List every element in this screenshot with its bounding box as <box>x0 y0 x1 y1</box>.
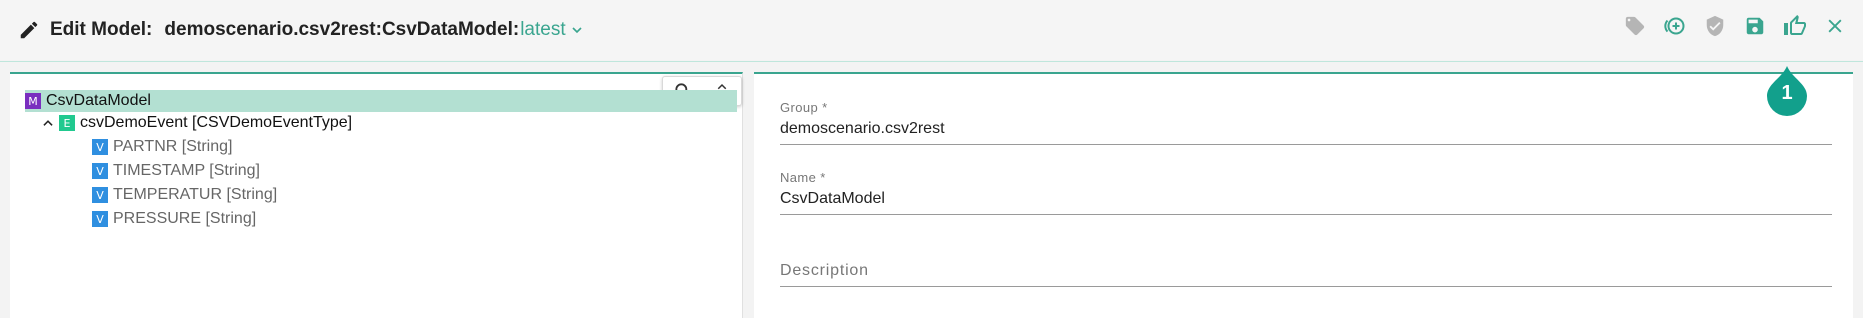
header-title-group: Edit Model: demoscenario.csv2rest:CsvDat… <box>0 19 585 41</box>
tree-node-attribute[interactable]: V PRESSURE [String] <box>92 208 256 230</box>
step-marker-badge: 1 <box>1766 64 1808 116</box>
attribute-type-badge: V <box>92 139 108 155</box>
pencil-icon <box>18 19 40 41</box>
verified-icon[interactable] <box>1703 14 1727 38</box>
attribute-type-badge: V <box>92 211 108 227</box>
description-field[interactable]: Description <box>780 262 1832 287</box>
step-marker-number: 1 <box>1781 82 1793 104</box>
tree-node-label: CsvDataModel <box>46 92 151 109</box>
chevron-up-icon[interactable] <box>41 116 55 130</box>
tree-node-label: TEMPERATUR [String] <box>113 186 278 203</box>
tag-icon[interactable] <box>1623 14 1647 38</box>
page-header: Edit Model: demoscenario.csv2rest:CsvDat… <box>0 0 1863 60</box>
description-input[interactable]: Description <box>780 262 1832 287</box>
tree-node-label: PRESSURE [String] <box>113 210 257 227</box>
event-type-badge: E <box>59 115 75 131</box>
tree-node-label: TIMESTAMP [String] <box>113 162 260 179</box>
close-icon[interactable] <box>1823 14 1847 38</box>
chevron-down-icon[interactable] <box>569 22 585 38</box>
name-field-label: Name * <box>780 170 826 185</box>
thumbs-up-icon[interactable] <box>1783 14 1807 38</box>
name-field[interactable]: Name * CsvDataModel <box>780 170 1832 215</box>
name-input[interactable]: CsvDataModel <box>780 190 1832 215</box>
tree-node-attribute[interactable]: V TEMPERATUR [String] <box>92 184 277 206</box>
header-divider <box>0 61 1863 62</box>
model-path: demoscenario.csv2rest:CsvDataModel: <box>164 19 520 40</box>
group-field[interactable]: Group * demoscenario.csv2rest <box>780 100 1832 145</box>
tree-node-attribute[interactable]: V TIMESTAMP [String] <box>92 160 260 182</box>
tree-node-attribute[interactable]: V PARTNR [String] <box>92 136 232 158</box>
attribute-type-badge: V <box>92 187 108 203</box>
model-tree-panel: M CsvDataModel E csvDemoEvent [CSVDemoEv… <box>10 72 743 318</box>
tree-node-label: PARTNR [String] <box>113 138 233 155</box>
group-input[interactable]: demoscenario.csv2rest <box>780 120 1832 145</box>
page-title-label: Edit Model: <box>50 19 153 40</box>
version-selector[interactable]: latest <box>520 19 565 41</box>
model-type-badge: M <box>25 93 41 109</box>
tree-node-event[interactable]: E csvDemoEvent [CSVDemoEventType] <box>41 112 352 134</box>
save-icon[interactable] <box>1743 14 1767 38</box>
tree-node-model[interactable]: M CsvDataModel <box>25 90 737 112</box>
group-field-label: Group * <box>780 100 828 115</box>
header-actions <box>1623 14 1847 38</box>
add-circle-icon[interactable] <box>1663 14 1687 38</box>
model-details-form: Group * demoscenario.csv2rest Name * Csv… <box>754 72 1853 318</box>
attribute-type-badge: V <box>92 163 108 179</box>
tree-node-label: csvDemoEvent [CSVDemoEventType] <box>80 114 353 131</box>
